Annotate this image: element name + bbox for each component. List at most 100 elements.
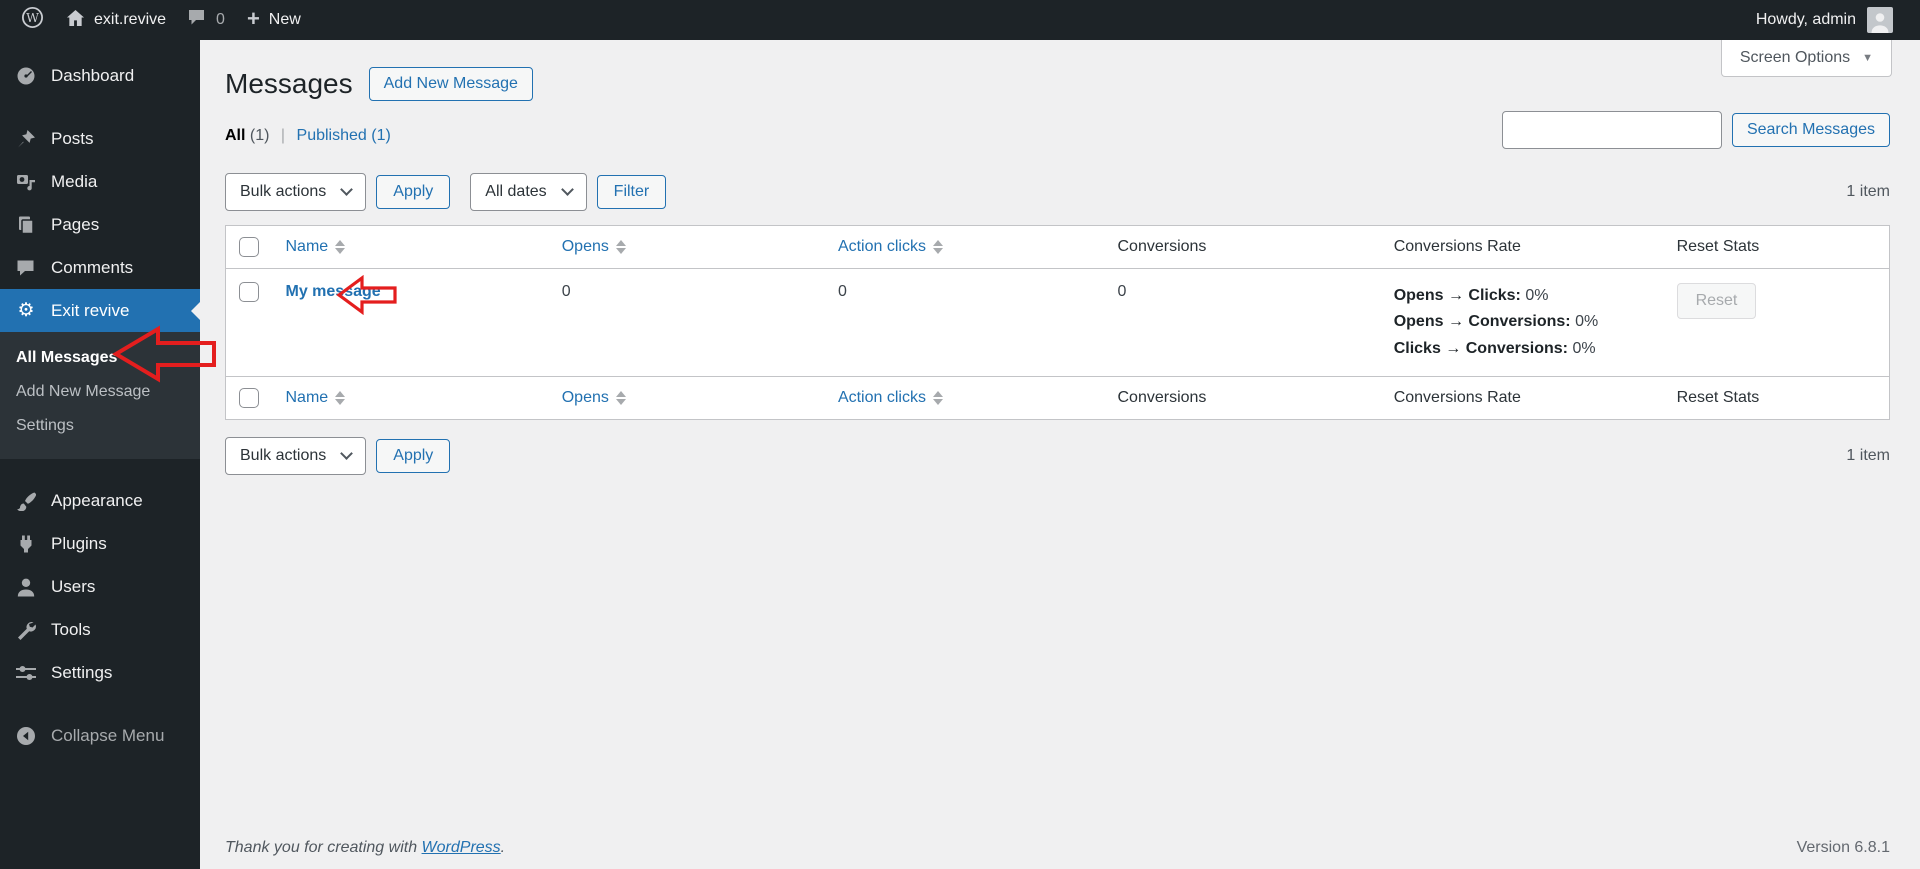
select-all-checkbox[interactable] (239, 388, 259, 408)
item-count: 1 item (1846, 183, 1890, 201)
chevron-down-icon: ▼ (1862, 52, 1873, 64)
column-header-conversions-rate: Conversions Rate (1382, 226, 1665, 269)
search-input[interactable] (1502, 111, 1722, 149)
wordpress-link[interactable]: WordPress (422, 839, 501, 856)
rate-label: Opens → Conversions: (1394, 313, 1571, 330)
sidebar-item-label: Dashboard (51, 66, 134, 86)
reset-stats-button[interactable]: Reset (1677, 283, 1757, 319)
collapse-icon (14, 726, 38, 746)
column-footer-name[interactable]: Name (286, 389, 346, 407)
bulk-actions-select[interactable]: Bulk actions (225, 173, 366, 211)
admin-footer: Thank you for creating with WordPress. V… (225, 839, 1890, 857)
sidebar-collapse-menu[interactable]: Collapse Menu (0, 714, 200, 757)
column-footer-conversions: Conversions (1105, 377, 1381, 420)
rate-label: Opens → Clicks: (1394, 287, 1521, 304)
wordpress-logo-menu[interactable]: W (10, 0, 55, 40)
column-footer-action-clicks[interactable]: Action clicks (838, 389, 943, 407)
column-header-opens[interactable]: Opens (562, 238, 626, 256)
sidebar-item-label: Users (51, 577, 95, 597)
admin-bar: W exit.revive 0 + New Howdy, admin (0, 0, 1920, 40)
sidebar-item-posts[interactable]: Posts (0, 117, 200, 160)
site-name: exit.revive (94, 11, 166, 29)
apply-button-bottom[interactable]: Apply (376, 439, 450, 473)
item-count-bottom: 1 item (1846, 447, 1890, 465)
account-menu[interactable]: Howdy, admin (1745, 0, 1904, 40)
conversions-value: 0 (1105, 269, 1381, 377)
screen-options-tab[interactable]: Screen Options ▼ (1721, 40, 1892, 77)
add-new-message-button[interactable]: Add New Message (369, 67, 533, 101)
all-dates-select[interactable]: All dates (470, 173, 586, 211)
sort-arrows-icon (335, 391, 345, 405)
sort-arrows-icon (933, 240, 943, 254)
opens-value: 0 (550, 269, 826, 377)
version-text: Version 6.8.1 (1797, 839, 1890, 857)
column-header-name[interactable]: Name (286, 238, 346, 256)
sort-arrows-icon (335, 240, 345, 254)
sidebar-item-appearance[interactable]: Appearance (0, 479, 200, 522)
view-published-count: (1) (371, 127, 391, 144)
sidebar-item-label: Collapse Menu (51, 726, 164, 746)
column-header-action-clicks[interactable]: Action clicks (838, 238, 943, 256)
filter-button[interactable]: Filter (597, 175, 667, 209)
plus-icon: + (247, 8, 260, 30)
sidebar-item-plugins[interactable]: Plugins (0, 522, 200, 565)
top-toolbar: Bulk actions Apply All dates Filter 1 it… (225, 173, 1890, 211)
table-header: Name Opens Action clicks Conversions Con… (226, 226, 1890, 269)
views-row: All (1) | Published (1) Search Messages (225, 109, 1890, 149)
bulk-actions-select-bottom[interactable]: Bulk actions (225, 437, 366, 475)
admin-sidebar: Dashboard Posts Media Pages Comments (0, 40, 200, 869)
new-content-menu[interactable]: + New (236, 0, 312, 40)
view-published[interactable]: Published (297, 127, 367, 144)
column-footer-reset-stats: Reset Stats (1665, 377, 1890, 420)
select-chevron-icon (340, 447, 353, 460)
sidebar-item-label: Pages (51, 215, 99, 235)
row-checkbox[interactable] (239, 282, 259, 302)
gear-icon: ⚙ (14, 301, 38, 320)
select-all-checkbox[interactable] (239, 237, 259, 257)
table-footer: Name Opens Action clicks Conversions Con… (226, 377, 1890, 420)
user-icon (14, 577, 38, 597)
wrench-icon (14, 620, 38, 640)
sort-arrows-icon (933, 391, 943, 405)
sidebar-item-tools[interactable]: Tools (0, 608, 200, 651)
brush-icon (14, 491, 38, 511)
apply-button[interactable]: Apply (376, 175, 450, 209)
wordpress-logo-icon: W (21, 6, 44, 34)
sidebar-item-label: Posts (51, 129, 94, 149)
comments-count: 0 (216, 11, 225, 29)
sidebar-item-exit-revive[interactable]: ⚙ Exit revive (0, 289, 200, 332)
column-footer-opens[interactable]: Opens (562, 389, 626, 407)
site-name-link[interactable]: exit.revive (55, 0, 177, 40)
rate-value: 0% (1572, 340, 1595, 357)
views-separator: | (281, 127, 285, 144)
sidebar-item-pages[interactable]: Pages (0, 203, 200, 246)
search-messages-button[interactable]: Search Messages (1732, 113, 1890, 147)
svg-text:W: W (26, 10, 39, 25)
sliders-icon (14, 663, 38, 683)
sidebar-item-dashboard[interactable]: Dashboard (0, 54, 200, 97)
sidebar-item-users[interactable]: Users (0, 565, 200, 608)
plug-icon (14, 534, 38, 554)
bottom-toolbar: Bulk actions Apply 1 item (225, 437, 1890, 475)
page-title: Messages (225, 68, 353, 100)
submenu-all-messages[interactable]: All Messages (0, 341, 200, 375)
rate-label: Clicks → Conversions: (1394, 340, 1568, 357)
bulk-actions-value: Bulk actions (240, 447, 326, 465)
comments-menu[interactable]: 0 (177, 0, 236, 40)
messages-list-table: Name Opens Action clicks Conversions Con… (225, 225, 1890, 420)
column-footer-conversions-rate: Conversions Rate (1382, 377, 1665, 420)
table-row: My message 0 0 0 Opens → Clicks: 0% Open… (226, 269, 1890, 377)
view-all[interactable]: All (225, 127, 245, 144)
all-dates-value: All dates (485, 183, 546, 201)
sidebar-item-settings[interactable]: Settings (0, 651, 200, 694)
new-label: New (269, 11, 301, 29)
sidebar-item-label: Media (51, 172, 97, 192)
sidebar-item-media[interactable]: Media (0, 160, 200, 203)
message-title-link[interactable]: My message (286, 283, 381, 300)
select-chevron-icon (561, 183, 574, 196)
search-form: Search Messages (1502, 111, 1890, 149)
exit-revive-submenu: All Messages Add New Message Settings (0, 332, 200, 459)
submenu-settings[interactable]: Settings (0, 409, 200, 443)
submenu-add-new-message[interactable]: Add New Message (0, 375, 200, 409)
sidebar-item-comments[interactable]: Comments (0, 246, 200, 289)
